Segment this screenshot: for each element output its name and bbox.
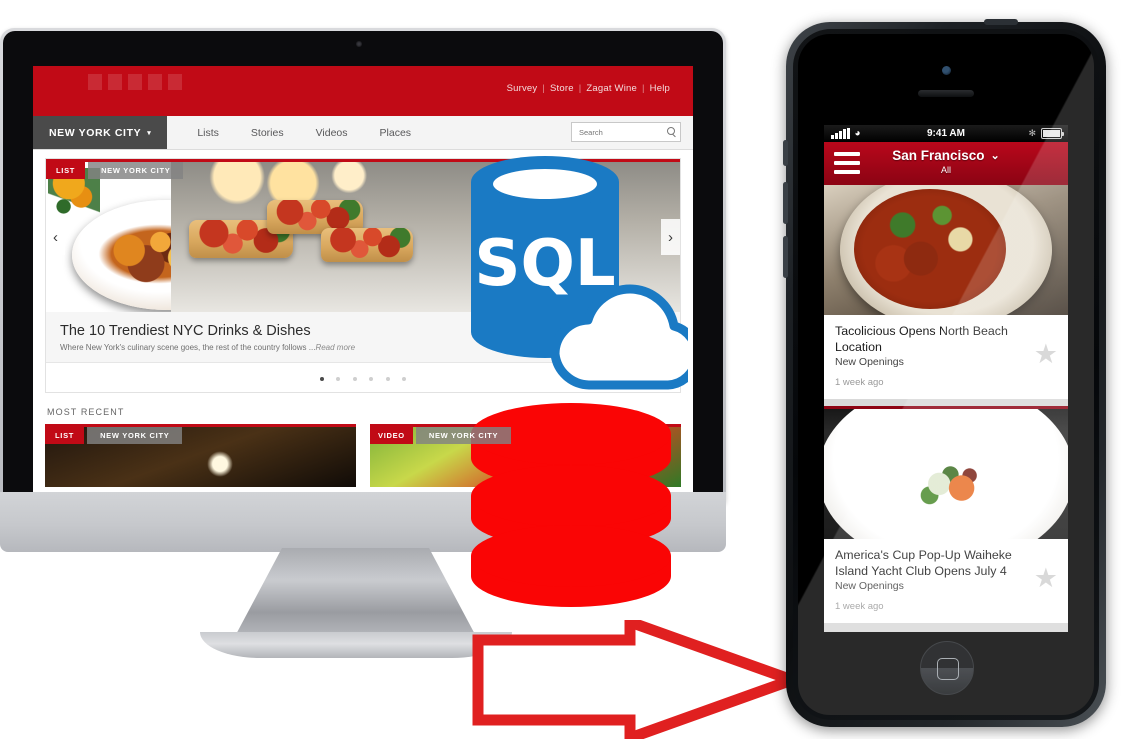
primary-nav: Lists Stories Videos Places <box>181 116 427 149</box>
site-header: Survey | Store | Zagat Wine | Help <box>33 66 693 116</box>
article-timestamp: 1 week ago <box>835 377 884 388</box>
nav-item-lists[interactable]: Lists <box>181 127 235 139</box>
article-category: New Openings <box>835 580 904 592</box>
carousel-prev-button[interactable]: ‹ <box>46 219 65 255</box>
tag-city[interactable]: NEW YORK CITY <box>87 427 183 444</box>
city-selector[interactable]: NEW YORK CITY ▾ <box>33 116 168 149</box>
flow-arrow <box>470 614 809 739</box>
carousel-dot[interactable] <box>369 377 374 381</box>
article-title[interactable]: America's Cup Pop-Up Waiheke Island Yach… <box>835 548 1057 579</box>
chevron-down-icon: ▾ <box>147 129 152 137</box>
carousel-dot[interactable] <box>385 377 390 381</box>
hamburger-menu-icon[interactable] <box>834 150 860 176</box>
list-item[interactable]: America's Cup Pop-Up Waiheke Island Yach… <box>824 406 1068 623</box>
utility-link-zagat-wine[interactable]: Zagat Wine <box>581 83 642 94</box>
city-title[interactable]: San Francisco ⌄ <box>892 149 1000 163</box>
mobile-phone: ◕ 9:41 AM ✻ San Francisco ⌄ All Tacolici… <box>783 19 1106 727</box>
carousel-next-button[interactable]: › <box>661 219 680 255</box>
carousel-dot[interactable] <box>352 377 357 381</box>
chevron-down-icon: ⌄ <box>990 149 1000 162</box>
article-category: New Openings <box>835 356 904 368</box>
utility-links: Survey | Store | Zagat Wine | Help <box>502 83 675 94</box>
utility-link-store[interactable]: Store <box>545 83 579 94</box>
volume-up-button[interactable] <box>783 182 788 224</box>
carousel-dot[interactable] <box>319 377 324 381</box>
article-body: Tacolicious Opens North Beach Location N… <box>824 315 1068 399</box>
monitor-stand-neck <box>233 548 478 640</box>
most-recent-card[interactable]: LIST NEW YORK CITY <box>45 424 356 487</box>
tag-city[interactable]: NEW YORK CITY <box>88 162 184 179</box>
nav-item-videos[interactable]: Videos <box>300 127 364 139</box>
bluetooth-icon: ✻ <box>1028 128 1036 138</box>
earpiece-speaker <box>918 90 974 97</box>
webcam-icon <box>356 41 362 47</box>
search-input[interactable] <box>577 126 665 138</box>
tag-content-type[interactable]: VIDEO <box>370 427 413 444</box>
app-navigation-bar: San Francisco ⌄ All <box>824 142 1068 182</box>
search-box[interactable] <box>571 122 681 142</box>
carousel-read-more[interactable]: Read more <box>315 343 355 352</box>
carousel-subtitle-text: Where New York's culinary scene goes, th… <box>60 343 316 352</box>
article-timestamp: 1 week ago <box>835 601 884 612</box>
monitor-stand-foot <box>200 632 512 658</box>
carousel-dot[interactable] <box>336 377 341 381</box>
sql-label: SQL <box>474 227 615 301</box>
mute-switch[interactable] <box>783 140 788 166</box>
article-feed[interactable]: Tacolicious Opens North Beach Location N… <box>824 182 1068 632</box>
article-title[interactable]: Tacolicious Opens North Beach Location <box>835 324 1057 355</box>
favorite-star-icon[interactable]: ★ <box>1034 341 1058 368</box>
phone-screen: ◕ 9:41 AM ✻ San Francisco ⌄ All Tacolici… <box>824 125 1068 632</box>
list-item[interactable]: Tacolicious Opens North Beach Location N… <box>824 182 1068 399</box>
screenshot-canvas: Survey | Store | Zagat Wine | Help NEW YORK CI… <box>0 0 1121 739</box>
search-icon[interactable] <box>667 127 677 137</box>
tag-city[interactable]: NEW YORK CITY <box>415 427 512 444</box>
volume-down-button[interactable] <box>783 236 788 278</box>
power-button[interactable] <box>984 19 1018 25</box>
sql-cloud-logo: SQL <box>463 148 701 396</box>
right-arrow-icon <box>472 614 809 739</box>
home-button[interactable] <box>920 641 974 695</box>
city-selector-label: NEW YORK CITY <box>49 126 142 139</box>
carousel-dot[interactable] <box>402 377 407 381</box>
article-thumbnail <box>824 409 1068 539</box>
status-right-group: ✻ <box>1028 128 1064 139</box>
article-thumbnail <box>824 185 1068 315</box>
article-body: America's Cup Pop-Up Waiheke Island Yach… <box>824 539 1068 623</box>
nav-item-stories[interactable]: Stories <box>235 127 300 139</box>
favorite-star-icon[interactable]: ★ <box>1034 565 1058 592</box>
tag-content-type[interactable]: LIST <box>46 162 86 179</box>
sql-database-cloud-icon: SQL <box>471 156 701 390</box>
utility-link-help[interactable]: Help <box>645 83 675 94</box>
battery-icon <box>1041 128 1064 139</box>
ios-status-bar: ◕ 9:41 AM ✻ <box>824 125 1068 142</box>
tag-content-type[interactable]: LIST <box>45 427 85 444</box>
zagat-logo[interactable] <box>88 74 183 90</box>
city-title-label: San Francisco <box>892 148 985 164</box>
nav-item-places[interactable]: Places <box>364 127 428 139</box>
site-navbar: NEW YORK CITY ▾ Lists Stories Videos Pla… <box>33 116 693 150</box>
carousel-tags: LIST NEW YORK CITY <box>46 162 184 179</box>
front-camera-icon <box>941 66 951 75</box>
utility-link-survey[interactable]: Survey <box>502 83 543 94</box>
filter-label: All <box>940 164 951 175</box>
home-button-glyph <box>937 658 959 680</box>
